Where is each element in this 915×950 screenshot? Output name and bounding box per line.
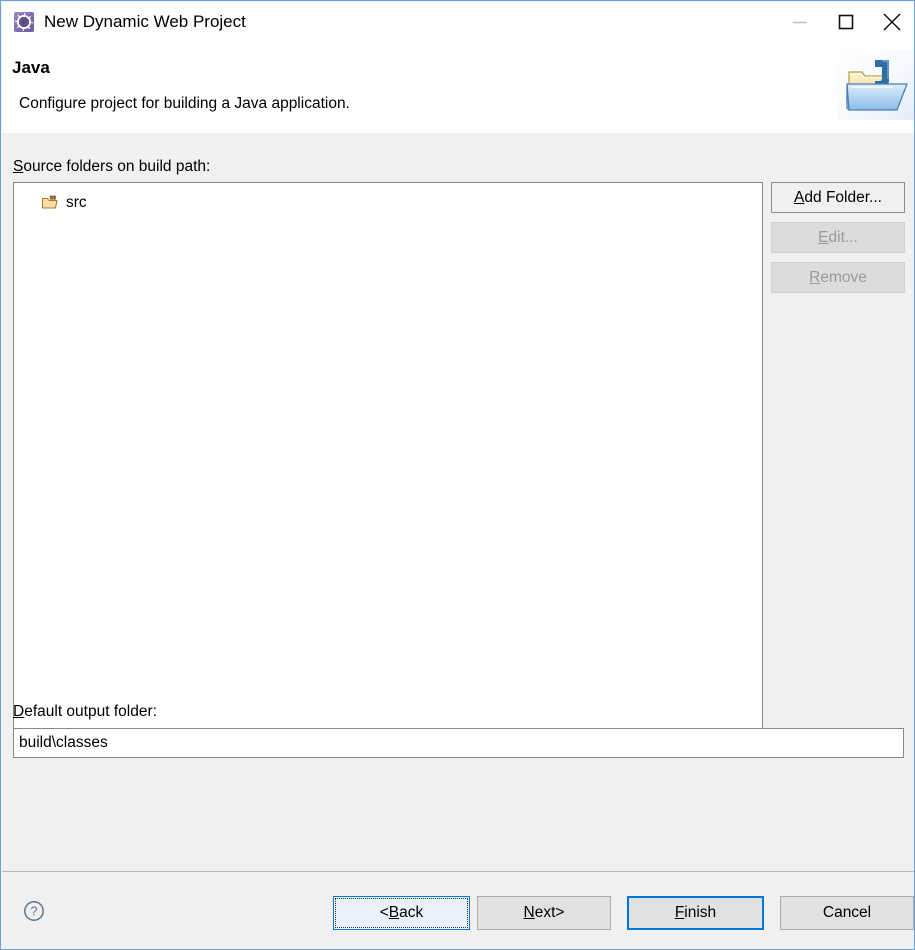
default-output-folder-value: build\classes: [19, 734, 108, 751]
remove-button[interactable]: Remove: [771, 262, 905, 293]
list-item[interactable]: src: [14, 191, 762, 215]
finish-button-mnemonic: F: [674, 904, 685, 921]
new-dynamic-web-project-dialog: New Dynamic Web Project Java Configure p…: [0, 0, 915, 950]
add-folder-mnemonic: A: [794, 188, 805, 206]
eclipse-wizard-icon: [14, 12, 34, 32]
close-icon[interactable]: [869, 2, 914, 42]
finish-button-label: inish: [684, 904, 717, 921]
minimize-icon[interactable]: [777, 2, 823, 42]
next-button-suffix: >: [555, 904, 565, 921]
cancel-button[interactable]: Cancel: [780, 896, 914, 930]
cancel-button-label: Cancel: [822, 904, 872, 921]
default-output-folder-label-text: efault output folder:: [24, 703, 157, 720]
back-button[interactable]: < Back: [333, 896, 470, 930]
source-folder-actions: Add Folder... Edit... Remove: [771, 182, 905, 302]
add-folder-button[interactable]: Add Folder...: [771, 182, 905, 213]
back-button-mnemonic: B: [388, 904, 400, 921]
source-folders-list[interactable]: src: [13, 182, 763, 729]
edit-button[interactable]: Edit...: [771, 222, 905, 253]
remove-label: emove: [820, 268, 867, 286]
next-button-label: ext: [534, 904, 556, 921]
back-button-label: ack: [399, 904, 424, 921]
wizard-footer: ? < Back Next > Finish Cancel: [2, 872, 914, 949]
source-folders-label: Source folders on build path:: [13, 158, 210, 176]
title-bar: New Dynamic Web Project: [2, 2, 914, 42]
back-button-prefix: <: [379, 904, 389, 921]
window-controls: [777, 2, 914, 42]
finish-button[interactable]: Finish: [627, 896, 764, 930]
next-button-mnemonic: N: [523, 904, 535, 921]
source-folder-icon: [41, 195, 59, 211]
add-folder-label: dd Folder...: [804, 188, 882, 206]
wizard-navigation-buttons: < Back Next > Finish Cancel: [333, 896, 914, 930]
page-description: Configure project for building a Java ap…: [19, 95, 350, 112]
default-output-folder-label: Default output folder:: [13, 703, 157, 721]
java-project-folder-icon: [837, 50, 914, 120]
maximize-icon[interactable]: [823, 2, 869, 42]
list-item-label: src: [66, 194, 87, 211]
edit-mnemonic: E: [818, 228, 829, 246]
edit-label: dit...: [828, 228, 858, 246]
source-folders-label-text: ource folders on build path:: [23, 158, 211, 175]
default-output-folder-input[interactable]: build\classes: [13, 728, 904, 758]
window-title: New Dynamic Web Project: [44, 12, 246, 31]
next-button[interactable]: Next >: [477, 896, 611, 930]
help-question-icon[interactable]: ?: [23, 900, 45, 922]
page-title: Java: [12, 58, 50, 77]
source-folders-label-mnemonic: S: [13, 158, 24, 175]
default-output-folder-label-mnemonic: D: [13, 703, 25, 720]
remove-mnemonic: R: [809, 268, 821, 286]
wizard-header: Java Configure project for building a Ja…: [2, 42, 914, 175]
wizard-body: Source folders on build path: src A dd F…: [2, 134, 914, 871]
svg-text:?: ?: [31, 904, 38, 918]
